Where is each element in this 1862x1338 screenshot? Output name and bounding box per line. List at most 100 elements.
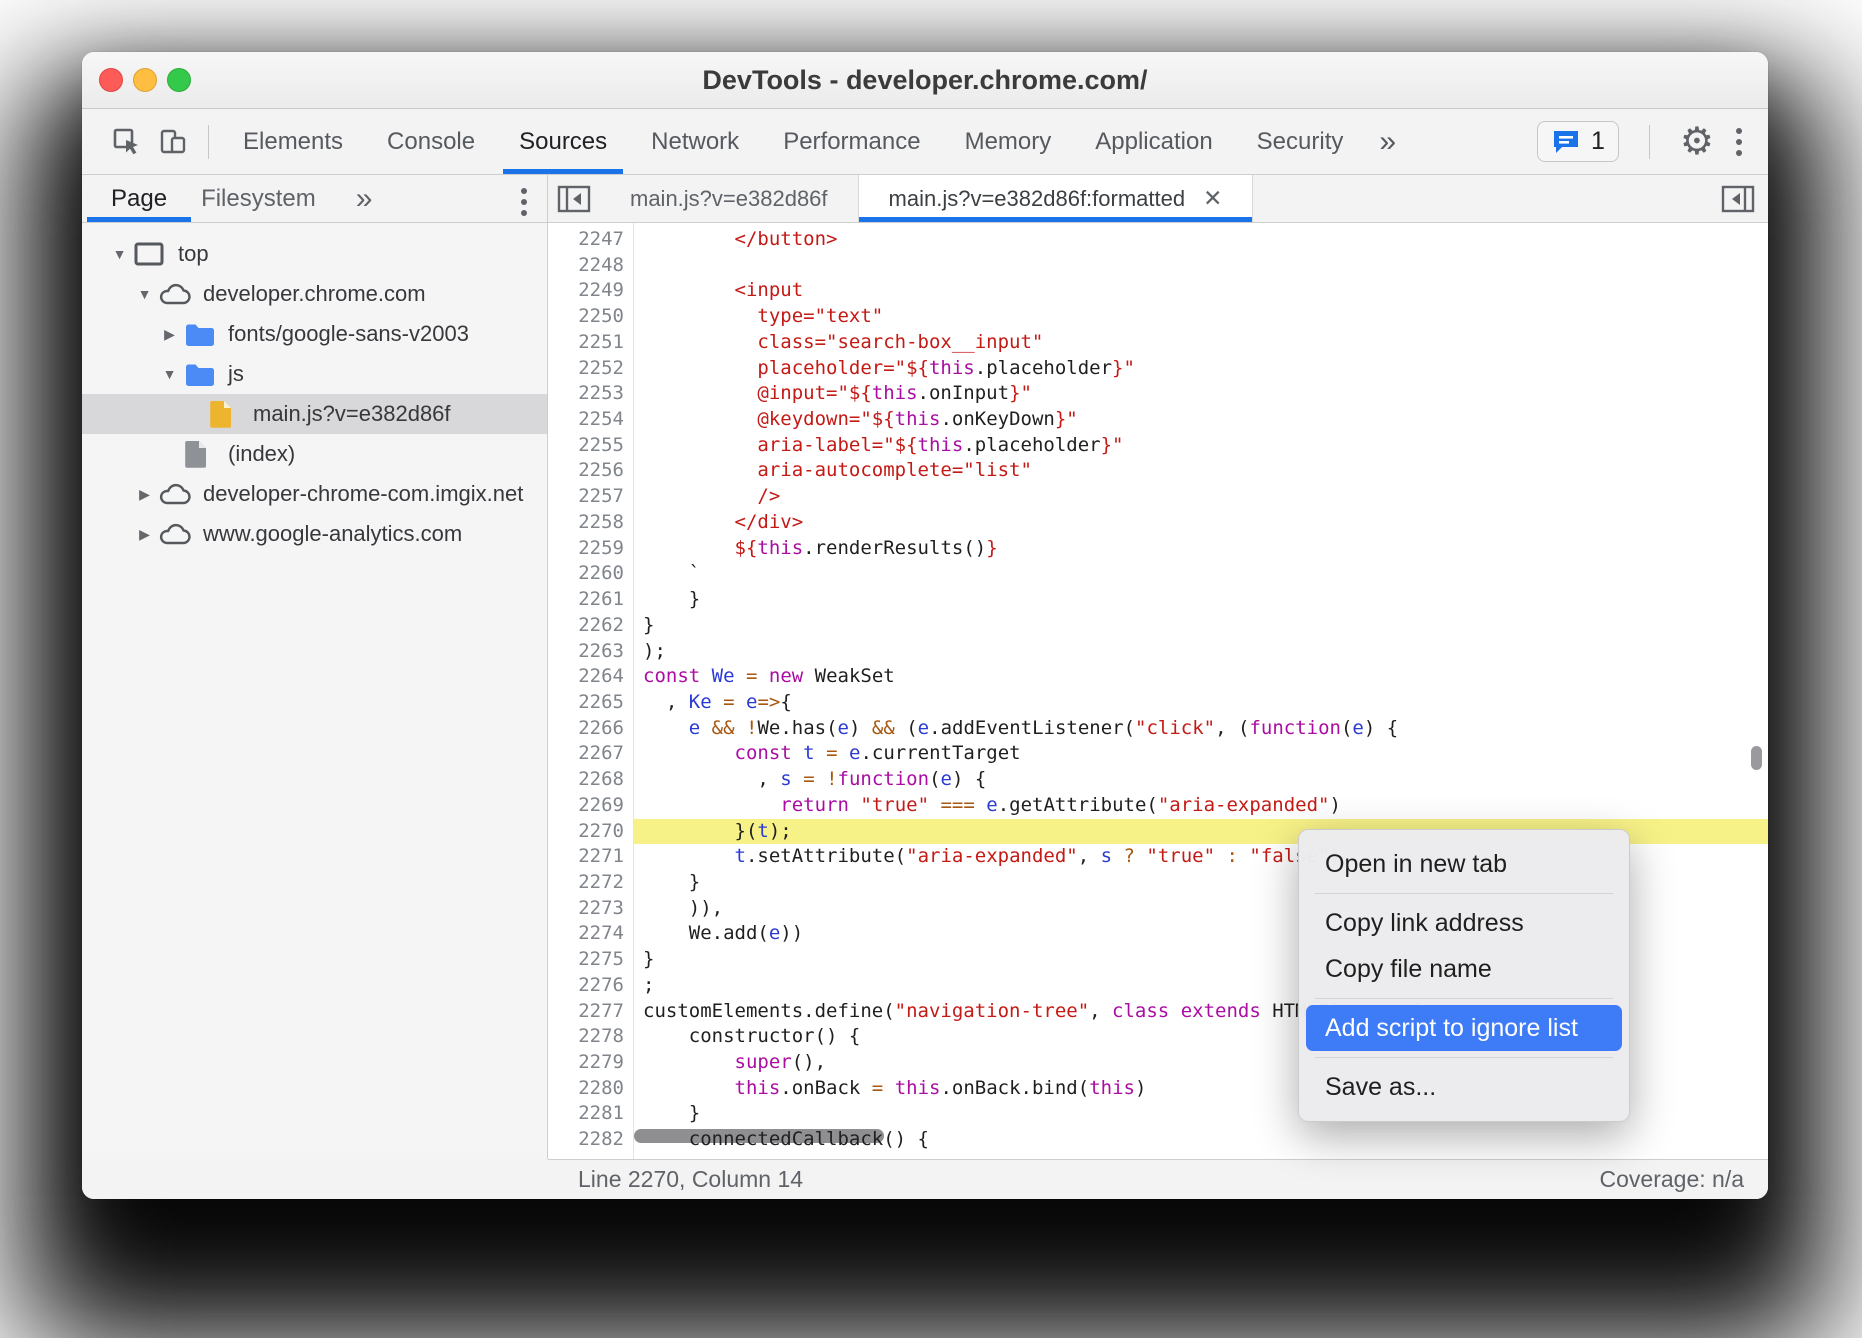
line-number[interactable]: 2267 xyxy=(548,741,634,767)
code-line: 2255 aria-label="${this.placeholder}" xyxy=(548,433,1768,459)
line-number[interactable]: 2255 xyxy=(548,433,634,459)
line-number[interactable]: 2279 xyxy=(548,1050,634,1076)
more-options-kebab-icon[interactable] xyxy=(1732,124,1746,160)
code-text: @input="${this.onInput}" xyxy=(634,381,1768,407)
inspect-element-icon[interactable] xyxy=(104,109,150,174)
tree-item-developer-chrome-com[interactable]: ▼developer.chrome.com xyxy=(82,274,547,314)
close-tab-icon[interactable]: ✕ xyxy=(1203,185,1222,212)
tree-expandd-arrow-icon[interactable]: ▼ xyxy=(131,286,158,302)
line-number[interactable]: 2276 xyxy=(548,973,634,999)
code-line: 2263); xyxy=(548,639,1768,665)
line-number[interactable]: 2264 xyxy=(548,664,634,690)
code-line: 2265 , Ke = e=>{ xyxy=(548,690,1768,716)
tree-item-js[interactable]: ▼ js xyxy=(82,354,547,394)
line-number[interactable]: 2266 xyxy=(548,716,634,742)
code-line: 2258 </div> xyxy=(548,510,1768,536)
code-text: } xyxy=(634,613,1768,639)
line-number[interactable]: 2275 xyxy=(548,947,634,973)
show-debugger-panel-icon[interactable] xyxy=(1708,175,1768,222)
line-number[interactable]: 2265 xyxy=(548,690,634,716)
tree-collapsed-arrow-icon[interactable]: ▶ xyxy=(131,526,158,543)
tab-elements[interactable]: Elements xyxy=(221,109,365,174)
line-number[interactable]: 2272 xyxy=(548,870,634,896)
line-number[interactable]: 2249 xyxy=(548,278,634,304)
navigator-tab-page[interactable]: Page xyxy=(111,175,167,222)
line-number[interactable]: 2256 xyxy=(548,458,634,484)
line-number[interactable]: 2271 xyxy=(548,844,634,870)
tab-performance[interactable]: Performance xyxy=(761,109,942,174)
code-line: 2247 </button> xyxy=(548,227,1768,253)
line-number[interactable]: 2254 xyxy=(548,407,634,433)
line-number[interactable]: 2277 xyxy=(548,999,634,1025)
frame-icon xyxy=(133,241,169,267)
line-number[interactable]: 2248 xyxy=(548,253,634,279)
toolbar-right-cluster: 1 ⚙ xyxy=(1537,109,1768,174)
tab-sources[interactable]: Sources xyxy=(497,109,629,174)
line-number[interactable]: 2273 xyxy=(548,896,634,922)
tree-expandd-arrow-icon[interactable]: ▼ xyxy=(156,366,183,382)
line-number[interactable]: 2257 xyxy=(548,484,634,510)
tree-item-index[interactable]: (index) xyxy=(82,434,547,474)
line-number[interactable]: 2259 xyxy=(548,536,634,562)
menu-item-copy-file-name[interactable]: Copy file name xyxy=(1299,946,1629,992)
line-number[interactable]: 2269 xyxy=(548,793,634,819)
code-line: 2269 return "true" === e.getAttribute("a… xyxy=(548,793,1768,819)
line-number[interactable]: 2251 xyxy=(548,330,634,356)
device-toolbar-icon[interactable] xyxy=(150,109,196,174)
line-number[interactable]: 2260 xyxy=(548,561,634,587)
folder-icon xyxy=(183,361,219,387)
line-number[interactable]: 2280 xyxy=(548,1076,634,1102)
line-number[interactable]: 2261 xyxy=(548,587,634,613)
line-number[interactable]: 2252 xyxy=(548,356,634,382)
line-number[interactable]: 2270 xyxy=(548,819,634,845)
menu-item-copy-link-address[interactable]: Copy link address xyxy=(1299,900,1629,946)
tab-application[interactable]: Application xyxy=(1073,109,1234,174)
menu-item-add-script-to-ignore-list[interactable]: Add script to ignore list xyxy=(1306,1005,1622,1051)
more-panels-chevron[interactable]: » xyxy=(1365,109,1410,174)
line-number[interactable]: 2263 xyxy=(548,639,634,665)
toolbar-divider xyxy=(1649,125,1650,159)
line-number[interactable]: 2268 xyxy=(548,767,634,793)
line-number[interactable]: 2250 xyxy=(548,304,634,330)
code-text: const We = new WeakSet xyxy=(634,664,1768,690)
settings-gear-icon[interactable]: ⚙ xyxy=(1680,123,1714,161)
navigator-more-tabs-chevron[interactable]: » xyxy=(356,175,373,222)
file-yellow-icon xyxy=(208,399,244,429)
tab-network[interactable]: Network xyxy=(629,109,761,174)
navigator-kebab-icon[interactable] xyxy=(517,184,531,220)
line-number[interactable]: 2282 xyxy=(548,1127,634,1153)
line-number[interactable]: 2278 xyxy=(548,1024,634,1050)
line-number[interactable]: 2262 xyxy=(548,613,634,639)
tree-item-label: fonts/google-sans-v2003 xyxy=(228,321,469,347)
vertical-scrollbar-thumb[interactable] xyxy=(1751,746,1762,770)
editor-tab-strip: main.js?v=e382d86fmain.js?v=e382d86f:for… xyxy=(548,175,1768,222)
tab-security[interactable]: Security xyxy=(1235,109,1366,174)
code-text xyxy=(634,253,1768,279)
line-number[interactable]: 2247 xyxy=(548,227,634,253)
tree-item-top[interactable]: ▼top xyxy=(82,234,547,274)
tab-console[interactable]: Console xyxy=(365,109,497,174)
navigator-tab-filesystem[interactable]: Filesystem xyxy=(201,175,316,222)
menu-item-open-in-new-tab[interactable]: Open in new tab xyxy=(1299,841,1629,887)
file-tab-main-js-v-e382d86f[interactable]: main.js?v=e382d86f xyxy=(600,175,858,222)
line-number[interactable]: 2253 xyxy=(548,381,634,407)
menu-item-save-as[interactable]: Save as... xyxy=(1299,1064,1629,1110)
tree-item-developer-chrome-com-imgix-net[interactable]: ▶developer-chrome-com.imgix.net xyxy=(82,474,547,514)
tree-item-label: (index) xyxy=(228,441,295,467)
tree-collapsed-arrow-icon[interactable]: ▶ xyxy=(131,486,158,503)
line-number[interactable]: 2274 xyxy=(548,921,634,947)
line-number[interactable]: 2281 xyxy=(548,1101,634,1127)
tree-expandd-arrow-icon[interactable]: ▼ xyxy=(106,246,133,262)
code-line: 2260 ` xyxy=(548,561,1768,587)
line-number[interactable]: 2258 xyxy=(548,510,634,536)
tab-memory[interactable]: Memory xyxy=(943,109,1074,174)
tree-collapsed-arrow-icon[interactable]: ▶ xyxy=(156,326,183,343)
console-messages-button[interactable]: 1 xyxy=(1537,121,1619,162)
hide-navigator-panel-icon[interactable] xyxy=(548,175,600,222)
file-tab-main-js-v-e382d86f-formatted[interactable]: main.js?v=e382d86f:formatted✕ xyxy=(858,175,1254,222)
tree-item-main-js-v-e382d86f[interactable]: main.js?v=e382d86f xyxy=(82,394,547,434)
tree-item-www-google-analytics-com[interactable]: ▶www.google-analytics.com xyxy=(82,514,547,554)
navigator-header: Page Filesystem » xyxy=(82,175,548,222)
tree-item-fonts-google-sans-v2003[interactable]: ▶ fonts/google-sans-v2003 xyxy=(82,314,547,354)
tree-item-label: js xyxy=(228,361,244,387)
